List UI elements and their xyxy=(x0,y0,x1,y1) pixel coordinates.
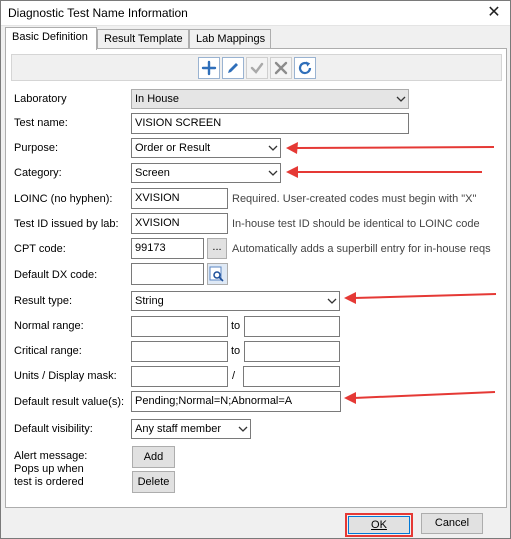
default-visibility-value: Any staff member xyxy=(135,423,221,435)
tab-lab-mappings[interactable]: Lab Mappings xyxy=(189,29,271,49)
dx-lookup-icon xyxy=(209,266,224,282)
default-result-label: Default result value(s): xyxy=(14,396,125,408)
plus-icon xyxy=(201,60,217,76)
loinc-input[interactable]: XVISION xyxy=(131,188,228,209)
ok-button-label: OK xyxy=(371,519,387,531)
units-separator: / xyxy=(232,370,236,382)
cancel-button[interactable]: Cancel xyxy=(421,513,483,534)
laboratory-value: In House xyxy=(135,93,180,105)
x-icon xyxy=(274,61,288,75)
save-button[interactable] xyxy=(246,57,268,79)
window-title: Diagnostic Test Name Information xyxy=(8,6,188,20)
chevron-down-icon xyxy=(238,426,248,432)
category-label: Category: xyxy=(14,167,62,179)
basic-definition-panel: Laboratory In House Test name: VISION SC… xyxy=(5,48,507,508)
refresh-icon xyxy=(298,61,312,75)
test-id-input[interactable]: XVISION xyxy=(131,213,228,234)
alert-add-button[interactable]: Add xyxy=(132,446,175,468)
ok-button[interactable]: OK xyxy=(348,516,410,534)
alert-label-line3: test is ordered xyxy=(14,476,84,488)
category-value: Screen xyxy=(135,167,170,179)
cpt-label: CPT code: xyxy=(14,243,66,255)
purpose-value: Order or Result xyxy=(135,142,211,154)
close-icon[interactable]: ✕ xyxy=(478,1,510,25)
default-dx-input[interactable] xyxy=(131,263,204,285)
purpose-label: Purpose: xyxy=(14,142,59,154)
loinc-label: LOINC (no hyphen): xyxy=(14,193,113,205)
cpt-browse-button[interactable]: ... xyxy=(207,238,227,259)
refresh-button[interactable] xyxy=(294,57,316,79)
purpose-select[interactable]: Order or Result xyxy=(131,138,281,158)
chevron-down-icon xyxy=(396,96,406,102)
alert-label-line1: Alert message: xyxy=(14,450,88,462)
units-label: Units / Display mask: xyxy=(14,370,117,382)
result-type-label: Result type: xyxy=(14,295,73,307)
result-type-value: String xyxy=(135,295,164,307)
alert-delete-button[interactable]: Delete xyxy=(132,471,175,493)
check-icon xyxy=(250,62,264,74)
chevron-down-icon xyxy=(268,170,278,176)
ok-button-highlight: OK xyxy=(345,513,413,537)
dialog-window: Diagnostic Test Name Information ✕ Basic… xyxy=(0,0,511,539)
default-result-input[interactable]: Pending;Normal=N;Abnormal=A xyxy=(131,391,341,412)
test-name-input[interactable]: VISION SCREEN xyxy=(131,113,409,134)
normal-range-to-input[interactable] xyxy=(244,316,340,337)
cpt-input[interactable]: 99173 xyxy=(131,238,204,259)
laboratory-select[interactable]: In House xyxy=(131,89,409,109)
tab-basic-definition[interactable]: Basic Definition xyxy=(5,27,97,50)
annotation-arrow-category xyxy=(286,166,482,178)
test-id-hint: In-house test ID should be identical to … xyxy=(232,218,480,230)
laboratory-label: Laboratory xyxy=(14,93,67,105)
dx-lookup-button[interactable] xyxy=(207,263,228,285)
display-mask-input[interactable] xyxy=(243,366,340,387)
critical-range-label: Critical range: xyxy=(14,345,82,357)
normal-range-to-label: to xyxy=(231,320,241,332)
record-toolbar xyxy=(11,54,502,81)
annotation-arrow-default-result xyxy=(344,391,496,404)
loinc-hint: Required. User-created codes must begin … xyxy=(232,193,477,205)
cancel-edit-button[interactable] xyxy=(270,57,292,79)
edit-button[interactable] xyxy=(222,57,244,79)
default-visibility-select[interactable]: Any staff member xyxy=(131,419,251,439)
pencil-icon xyxy=(228,63,238,73)
default-visibility-label: Default visibility: xyxy=(14,423,93,435)
critical-range-from-input[interactable] xyxy=(131,341,228,362)
result-type-select[interactable]: String xyxy=(131,291,340,311)
annotation-arrow-purpose xyxy=(286,142,495,154)
normal-range-label: Normal range: xyxy=(14,320,84,332)
test-name-label: Test name: xyxy=(14,117,68,129)
test-id-label: Test ID issued by lab: xyxy=(14,218,119,230)
annotation-arrow-result-type xyxy=(344,292,497,304)
chevron-down-icon xyxy=(268,145,278,151)
cpt-hint: Automatically adds a superbill entry for… xyxy=(232,243,491,255)
critical-range-to-label: to xyxy=(231,345,241,357)
alert-label-line2: Pops up when xyxy=(14,463,84,475)
units-input[interactable] xyxy=(131,366,228,387)
default-dx-label: Default DX code: xyxy=(14,269,98,281)
tab-result-template[interactable]: Result Template xyxy=(97,29,189,49)
chevron-down-icon xyxy=(327,298,337,304)
normal-range-from-input[interactable] xyxy=(131,316,228,337)
category-select[interactable]: Screen xyxy=(131,163,281,183)
add-button[interactable] xyxy=(198,57,220,79)
critical-range-to-input[interactable] xyxy=(244,341,340,362)
title-bar: Diagnostic Test Name Information ✕ xyxy=(1,1,510,26)
